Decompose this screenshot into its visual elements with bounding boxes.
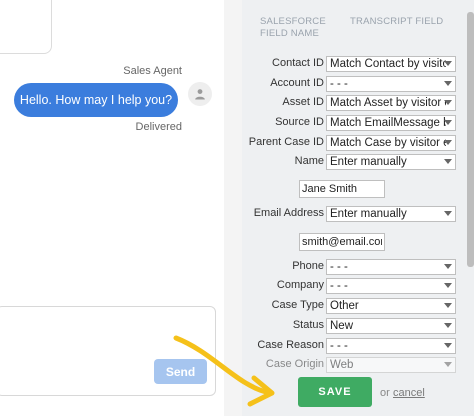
- previous-message-card: [0, 0, 52, 54]
- field-label: Case Origin: [265, 358, 324, 370]
- field-label: Asset ID: [282, 96, 324, 108]
- chevron-down-icon: [444, 120, 452, 125]
- person-icon: [195, 89, 205, 100]
- contact-id-select[interactable]: Match Contact by visitor: [326, 56, 456, 72]
- chevron-down-icon: [444, 140, 452, 145]
- chevron-down-icon: [444, 283, 452, 288]
- field-label: Status: [292, 319, 324, 331]
- chevron-down-icon: [444, 100, 452, 105]
- mapping-row-case-reason: Case Reason - - -: [242, 338, 474, 354]
- field-label: Account ID: [270, 77, 324, 89]
- avatar: [188, 82, 212, 106]
- field-label: Contact ID: [272, 57, 324, 69]
- chevron-down-icon: [444, 81, 452, 86]
- company-select[interactable]: - - -: [326, 278, 456, 294]
- mapping-row-source-id: Source ID Match EmailMessage by: [242, 115, 474, 131]
- mapping-row-account-id: Account ID - - -: [242, 76, 474, 92]
- email-input[interactable]: [299, 233, 385, 251]
- mapping-row-name: Name Enter manually: [242, 154, 474, 170]
- account-id-select[interactable]: - - -: [326, 76, 456, 92]
- mapping-scrollbar[interactable]: [467, 12, 474, 267]
- mapping-row-case-type: Case Type Other: [242, 298, 474, 314]
- email-address-select[interactable]: Enter manually: [326, 206, 456, 222]
- chevron-down-icon: [444, 362, 452, 367]
- parent-case-id-select[interactable]: Match Case by visitor en: [326, 135, 456, 151]
- source-id-select[interactable]: Match EmailMessage by: [326, 115, 456, 131]
- chat-pane: Sales Agent Hello. How may I help you? D…: [0, 0, 224, 416]
- header-transcript-field: TRANSCRIPT FIELD: [350, 16, 444, 27]
- field-label: Case Type: [271, 299, 324, 311]
- mapping-row-status: Status New: [242, 318, 474, 334]
- mapping-row-asset-id: Asset ID Match Asset by visitor en: [242, 95, 474, 111]
- or-text: or: [380, 387, 390, 399]
- name-select[interactable]: Enter manually: [326, 154, 456, 170]
- chevron-down-icon: [444, 323, 452, 328]
- case-reason-select[interactable]: - - -: [326, 338, 456, 354]
- mapping-row-email-address: Email Address Enter manually: [242, 206, 474, 222]
- header-salesforce-field: SALESFORCE FIELD NAME: [260, 16, 326, 39]
- name-input[interactable]: [299, 180, 385, 198]
- field-mapping-pane: SALESFORCE FIELD NAME TRANSCRIPT FIELD C…: [242, 0, 474, 416]
- chevron-down-icon: [444, 303, 452, 308]
- field-label: Phone: [292, 260, 324, 272]
- mapping-row-phone: Phone - - -: [242, 259, 474, 275]
- delivery-status: Delivered: [135, 121, 182, 133]
- pane-divider: [224, 0, 242, 416]
- save-button[interactable]: SAVE: [298, 377, 372, 407]
- phone-select[interactable]: - - -: [326, 259, 456, 275]
- chevron-down-icon: [444, 159, 452, 164]
- field-label: Company: [276, 279, 324, 291]
- field-label: Name: [294, 155, 324, 167]
- field-label: Parent Case ID: [248, 136, 324, 148]
- asset-id-select[interactable]: Match Asset by visitor en: [326, 95, 456, 111]
- field-label: Source ID: [275, 116, 324, 128]
- chevron-down-icon: [444, 264, 452, 269]
- status-select[interactable]: New: [326, 318, 456, 334]
- send-button[interactable]: Send: [154, 359, 207, 384]
- chat-bubble: Hello. How may I help you?: [14, 83, 178, 117]
- chevron-down-icon: [444, 61, 452, 66]
- mapping-row-parent-case-id: Parent Case ID Match Case by visitor en: [242, 135, 474, 151]
- field-label: Email Address: [253, 207, 324, 219]
- cancel-link[interactable]: cancel: [393, 387, 425, 399]
- case-origin-select[interactable]: Web: [326, 357, 456, 373]
- case-type-select[interactable]: Other: [326, 298, 456, 314]
- mapping-row-company: Company - - -: [242, 278, 474, 294]
- mapping-row-case-origin: Case Origin Web: [242, 357, 474, 373]
- mapping-row-contact-id: Contact ID Match Contact by visitor: [242, 56, 474, 72]
- agent-name: Sales Agent: [123, 65, 182, 77]
- field-label: Case Reason: [257, 339, 324, 351]
- chevron-down-icon: [444, 343, 452, 348]
- chevron-down-icon: [444, 211, 452, 216]
